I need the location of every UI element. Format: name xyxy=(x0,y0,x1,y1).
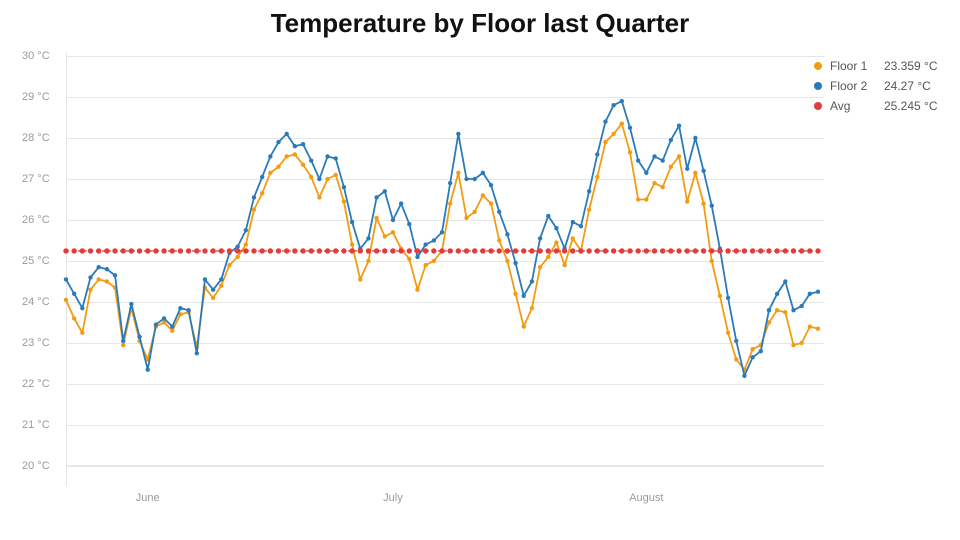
chart-plot-area: 20 °C21 °C22 °C23 °C24 °C25 °C26 °C27 °C… xyxy=(24,52,824,486)
chart-lines xyxy=(24,52,824,486)
legend-item-avg: Avg 25.245 °C xyxy=(814,96,946,116)
legend-label: Floor 2 xyxy=(830,79,876,93)
legend-swatch-icon xyxy=(814,62,822,70)
x-tick-label: July xyxy=(383,492,403,504)
legend-swatch-icon xyxy=(814,82,822,90)
legend-item-floor2: Floor 2 24.27 °C xyxy=(814,76,946,96)
legend-swatch-icon xyxy=(814,102,822,110)
legend-value: 24.27 °C xyxy=(884,79,946,93)
legend-label: Avg xyxy=(830,99,876,113)
x-tick-label: June xyxy=(136,492,160,504)
legend-value: 23.359 °C xyxy=(884,59,946,73)
x-tick-label: August xyxy=(629,492,663,504)
legend-value: 25.245 °C xyxy=(884,99,946,113)
page-title: Temperature by Floor last Quarter xyxy=(0,8,960,39)
legend: Floor 1 23.359 °C Floor 2 24.27 °C Avg 2… xyxy=(814,56,946,116)
legend-label: Floor 1 xyxy=(830,59,876,73)
legend-item-floor1: Floor 1 23.359 °C xyxy=(814,56,946,76)
